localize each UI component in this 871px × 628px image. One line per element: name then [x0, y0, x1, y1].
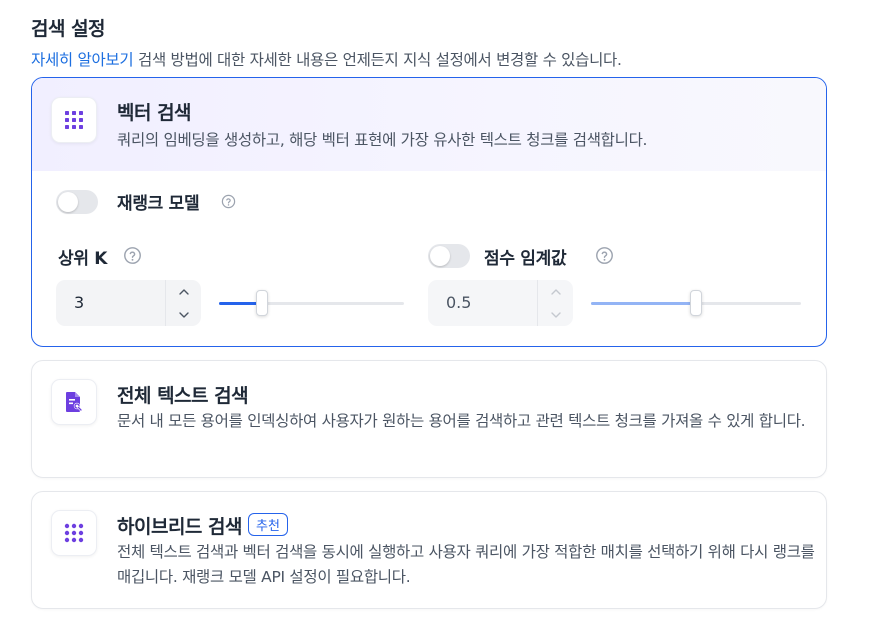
score-threshold-value[interactable]: 0.5 [446, 293, 471, 312]
vector-search-card[interactable]: 벡터 검색 쿼리의 임베딩을 생성하고, 해당 벡터 표현에 가장 유사한 텍스… [31, 77, 827, 347]
full-text-search-card[interactable]: 전체 텍스트 검색 문서 내 모든 용어를 인덱싱하여 사용자가 원하는 용어를… [31, 360, 827, 478]
hybrid-search-title-text: 하이브리드 검색 [117, 516, 242, 538]
toggle-knob [430, 246, 450, 266]
help-circle-icon[interactable] [122, 245, 142, 265]
top-k-stepper[interactable] [165, 280, 201, 326]
rerank-toggle[interactable] [56, 190, 98, 214]
score-threshold-input[interactable]: 0.5 [428, 280, 573, 326]
score-threshold-label: 점수 임계값 [484, 249, 567, 269]
full-text-search-icon [51, 379, 97, 425]
page-description: 자세히 알아보기 검색 방법에 대한 자세한 내용은 언제든지 지식 설정에서 … [31, 48, 622, 70]
score-threshold-toggle[interactable] [428, 244, 470, 268]
top-k-input[interactable]: 3 [56, 280, 201, 326]
slider-fill [591, 302, 696, 305]
help-circle-icon[interactable] [220, 193, 236, 209]
learn-more-link[interactable]: 자세히 알아보기 [31, 51, 134, 69]
hybrid-search-title: 하이브리드 검색 추천 [117, 512, 288, 539]
vector-search-icon [51, 97, 97, 143]
slider-thumb[interactable] [255, 290, 268, 316]
score-threshold-stepper[interactable] [537, 280, 573, 326]
top-k-slider[interactable] [219, 290, 404, 316]
description-text: 검색 방법에 대한 자세한 내용은 언제든지 지식 설정에서 변경할 수 있습니… [133, 51, 622, 69]
slider-thumb[interactable] [690, 290, 702, 316]
page-title: 검색 설정 [31, 18, 106, 40]
vector-search-description: 쿼리의 임베딩을 생성하고, 해당 벡터 표현에 가장 유사한 텍스트 청크를 … [117, 131, 648, 149]
vector-search-header: 벡터 검색 쿼리의 임베딩을 생성하고, 해당 벡터 표현에 가장 유사한 텍스… [32, 78, 826, 171]
top-k-value[interactable]: 3 [74, 293, 84, 312]
hybrid-search-description: 전체 텍스트 검색과 벡터 검색을 동시에 실행하고 사용자 쿼리에 가장 적합… [117, 543, 815, 586]
chevron-up-icon[interactable] [166, 280, 202, 303]
recommended-badge: 추천 [247, 513, 288, 536]
hybrid-search-card[interactable]: 하이브리드 검색 추천 전체 텍스트 검색과 벡터 검색을 동시에 실행하고 사용… [31, 491, 827, 609]
toggle-knob [58, 192, 78, 212]
grid-dots-icon [65, 111, 83, 129]
hybrid-search-icon [51, 510, 97, 556]
score-threshold-slider[interactable] [591, 290, 801, 316]
rerank-label: 재랭크 모델 [117, 194, 200, 214]
document-search-icon [66, 392, 83, 412]
help-circle-icon[interactable] [594, 245, 614, 265]
chevron-down-icon[interactable] [538, 303, 574, 326]
chevron-up-icon[interactable] [538, 280, 574, 303]
grid-dots-icon [64, 523, 84, 543]
top-k-label: 상위 K [58, 249, 108, 269]
full-text-search-title: 전체 텍스트 검색 [117, 385, 249, 407]
chevron-down-icon[interactable] [166, 303, 202, 326]
vector-search-title: 벡터 검색 [117, 102, 192, 124]
full-text-search-description: 문서 내 모든 용어를 인덱싱하여 사용자가 원하는 용어를 검색하고 관련 텍… [117, 412, 806, 430]
